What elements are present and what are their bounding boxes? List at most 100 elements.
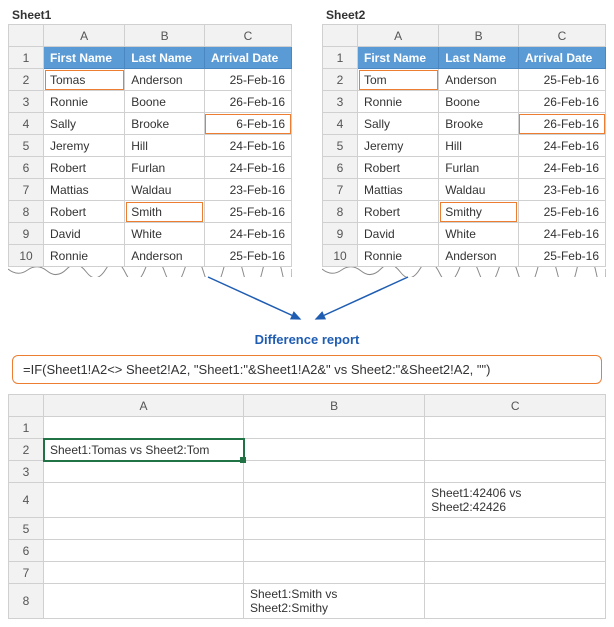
row-header[interactable]: 4 <box>9 113 44 135</box>
cell[interactable]: First Name <box>44 47 125 69</box>
cell-selected[interactable]: Sheet1:Tomas vs Sheet2:Tom <box>44 439 244 461</box>
cell[interactable]: 24-Feb-16 <box>204 223 291 245</box>
cell[interactable]: 24-Feb-16 <box>518 223 605 245</box>
cell[interactable] <box>44 461 244 483</box>
cell[interactable] <box>244 461 425 483</box>
cell[interactable]: Boone <box>439 91 519 113</box>
cell[interactable]: Smithy <box>439 201 519 223</box>
cell[interactable]: Mattias <box>358 179 439 201</box>
cell[interactable]: Waldau <box>125 179 205 201</box>
cell[interactable]: Ronnie <box>358 245 439 267</box>
row-header[interactable]: 3 <box>9 461 44 483</box>
cell[interactable]: Robert <box>358 201 439 223</box>
cell[interactable] <box>44 584 244 619</box>
corner-cell[interactable] <box>9 25 44 47</box>
cell[interactable] <box>425 540 606 562</box>
cell[interactable]: Sally <box>44 113 125 135</box>
cell[interactable] <box>44 540 244 562</box>
cell[interactable]: 24-Feb-16 <box>204 157 291 179</box>
cell[interactable]: 25-Feb-16 <box>204 245 291 267</box>
row-header[interactable]: 7 <box>9 179 44 201</box>
cell[interactable]: 25-Feb-16 <box>518 201 605 223</box>
row-header[interactable]: 6 <box>9 157 44 179</box>
cell[interactable] <box>44 518 244 540</box>
row-header[interactable]: 10 <box>323 245 358 267</box>
row-header[interactable]: 3 <box>9 91 44 113</box>
cell[interactable]: Robert <box>44 157 125 179</box>
cell[interactable]: 26-Feb-16 <box>518 113 605 135</box>
col-header[interactable]: C <box>204 25 291 47</box>
cell[interactable]: 24-Feb-16 <box>518 157 605 179</box>
cell[interactable] <box>425 518 606 540</box>
row-header[interactable]: 3 <box>323 91 358 113</box>
cell[interactable]: Sally <box>358 113 439 135</box>
cell[interactable] <box>425 562 606 584</box>
cell[interactable]: Brooke <box>125 113 205 135</box>
cell[interactable]: Anderson <box>439 245 519 267</box>
cell[interactable]: 6-Feb-16 <box>204 113 291 135</box>
row-header[interactable]: 8 <box>9 584 44 619</box>
cell[interactable]: Anderson <box>125 245 205 267</box>
row-header[interactable]: 6 <box>9 540 44 562</box>
cell[interactable]: Jeremy <box>358 135 439 157</box>
row-header[interactable]: 2 <box>9 439 44 461</box>
cell[interactable] <box>44 483 244 518</box>
cell[interactable] <box>44 562 244 584</box>
cell[interactable]: Sheet1:42406 vs Sheet2:42426 <box>425 483 606 518</box>
cell[interactable]: Brooke <box>439 113 519 135</box>
row-header[interactable]: 5 <box>323 135 358 157</box>
cell[interactable]: Hill <box>439 135 519 157</box>
cell[interactable]: Arrival Date <box>204 47 291 69</box>
cell[interactable]: David <box>358 223 439 245</box>
cell[interactable]: 26-Feb-16 <box>518 91 605 113</box>
cell[interactable]: 26-Feb-16 <box>204 91 291 113</box>
cell[interactable]: 24-Feb-16 <box>204 135 291 157</box>
col-header[interactable]: B <box>439 25 519 47</box>
col-header[interactable]: C <box>425 395 606 417</box>
cell[interactable]: Last Name <box>125 47 205 69</box>
cell[interactable]: White <box>439 223 519 245</box>
row-header[interactable]: 4 <box>323 113 358 135</box>
cell[interactable]: Furlan <box>439 157 519 179</box>
row-header[interactable]: 6 <box>323 157 358 179</box>
col-header[interactable]: C <box>518 25 605 47</box>
cell[interactable]: Jeremy <box>44 135 125 157</box>
cell[interactable] <box>244 540 425 562</box>
cell[interactable]: White <box>125 223 205 245</box>
row-header[interactable]: 4 <box>9 483 44 518</box>
row-header[interactable]: 9 <box>9 223 44 245</box>
cell[interactable]: Robert <box>44 201 125 223</box>
cell[interactable] <box>244 417 425 439</box>
cell[interactable]: 25-Feb-16 <box>204 201 291 223</box>
cell[interactable] <box>425 584 606 619</box>
cell[interactable]: 23-Feb-16 <box>204 179 291 201</box>
cell[interactable]: Furlan <box>125 157 205 179</box>
row-header[interactable]: 1 <box>9 47 44 69</box>
cell[interactable] <box>44 417 244 439</box>
corner-cell[interactable] <box>9 395 44 417</box>
cell[interactable]: Anderson <box>439 69 519 91</box>
cell[interactable]: Arrival Date <box>518 47 605 69</box>
row-header[interactable]: 10 <box>9 245 44 267</box>
col-header[interactable]: B <box>244 395 425 417</box>
cell[interactable]: Robert <box>358 157 439 179</box>
cell[interactable]: Tomas <box>44 69 125 91</box>
cell[interactable] <box>244 483 425 518</box>
row-header[interactable]: 7 <box>323 179 358 201</box>
row-header[interactable]: 2 <box>323 69 358 91</box>
cell[interactable]: Last Name <box>439 47 519 69</box>
row-header[interactable]: 9 <box>323 223 358 245</box>
cell[interactable] <box>425 461 606 483</box>
cell[interactable]: Boone <box>125 91 205 113</box>
row-header[interactable]: 1 <box>323 47 358 69</box>
col-header[interactable]: A <box>358 25 439 47</box>
cell[interactable]: First Name <box>358 47 439 69</box>
corner-cell[interactable] <box>323 25 358 47</box>
cell[interactable] <box>244 439 425 461</box>
row-header[interactable]: 8 <box>323 201 358 223</box>
cell[interactable]: Smith <box>125 201 205 223</box>
row-header[interactable]: 2 <box>9 69 44 91</box>
cell[interactable]: Sheet1:Smith vs Sheet2:Smithy <box>244 584 425 619</box>
cell[interactable] <box>425 417 606 439</box>
row-header[interactable]: 5 <box>9 518 44 540</box>
